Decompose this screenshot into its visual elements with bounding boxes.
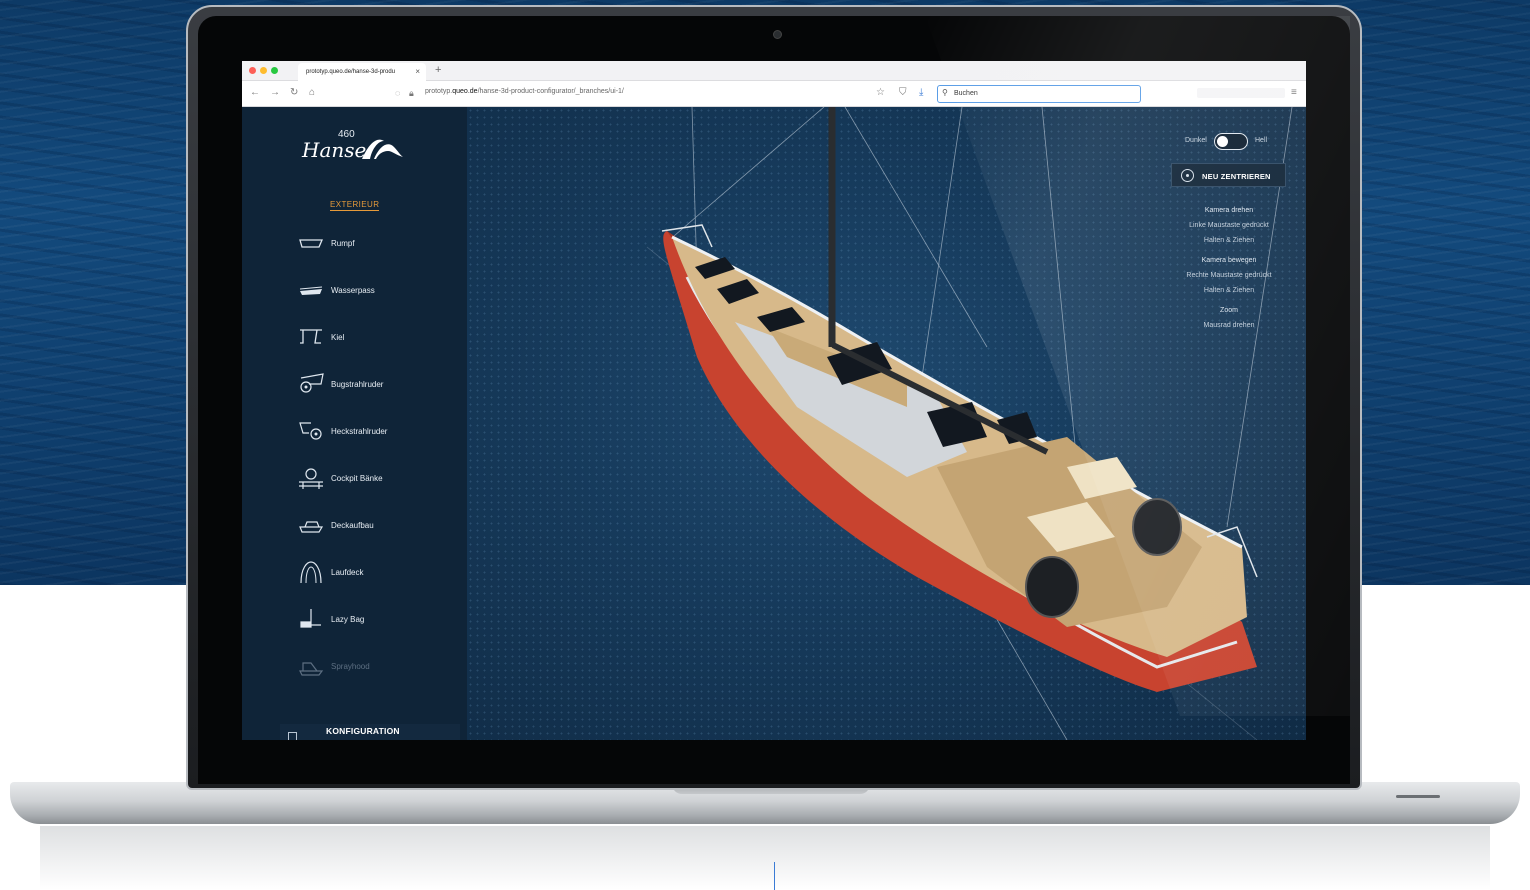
lock-icon[interactable]: 🔒︎ <box>409 87 414 99</box>
sailboat-model <box>646 107 1293 740</box>
search-value: Buchen <box>954 90 978 97</box>
section-title: EXTERIEUR <box>330 200 380 211</box>
deckhouse-icon <box>299 521 324 533</box>
recenter-button[interactable]: NEU ZENTRIEREN <box>1171 163 1286 187</box>
cockpit-bench-icon <box>299 468 323 489</box>
menu-item-heckstrahlruder[interactable]: Heckstrahlruder <box>297 417 437 447</box>
help-rotate-title: Kamera drehen <box>1204 207 1254 214</box>
webcam-icon <box>773 30 782 39</box>
recenter-label: NEU ZENTRIEREN <box>1202 172 1271 181</box>
menu-label: Lazy Bag <box>331 615 365 624</box>
menu-label: Deckaufbau <box>331 521 374 530</box>
browser-tab[interactable]: prototyp.queo.de/hanse-3d-produ × <box>298 63 426 81</box>
menu-icon[interactable]: ≡ <box>1291 87 1297 99</box>
bow-thruster-icon <box>300 373 324 393</box>
forward-icon[interactable]: → <box>270 87 280 99</box>
address-bar[interactable]: prototyp.queo.de/hanse-3d-product-config… <box>425 88 624 95</box>
help-move-line2: Halten & Ziehen <box>1203 287 1255 294</box>
bookmark-star-icon[interactable]: ☆ <box>876 87 885 99</box>
search-icon: ⚲ <box>942 88 948 97</box>
tab-bar: prototyp.queo.de/hanse-3d-produ × + <box>242 61 1306 81</box>
konfiguration-label: KONFIGURATION <box>326 726 400 736</box>
browser-window: prototyp.queo.de/hanse-3d-produ × + ← → … <box>242 61 1306 740</box>
wave-logo-icon <box>362 139 403 159</box>
camera-help: Kamera drehen Linke Maustaste gedrückt H… <box>1162 203 1296 333</box>
toggle-label-light: Hell <box>1255 137 1268 144</box>
logo-word: Hanse <box>302 138 367 162</box>
hanse-logo: 460 Hanse <box>302 129 412 165</box>
help-zoom-title: Zoom <box>1220 307 1238 314</box>
reload-icon[interactable]: ↻ <box>290 87 298 99</box>
toggle-label-dark: Dunkel <box>1185 137 1207 144</box>
menu-item-wasserpass[interactable]: Wasserpass <box>297 276 437 306</box>
menu-label: Rumpf <box>331 239 355 248</box>
menu-item-laufdeck[interactable]: Laufdeck <box>297 558 437 588</box>
menu-label: Wasserpass <box>331 286 375 295</box>
menu-item-lazy-bag[interactable]: Lazy Bag <box>297 605 437 635</box>
menu-label: Heckstrahlruder <box>331 427 388 436</box>
new-tab-button[interactable]: + <box>435 64 441 76</box>
hull-icon <box>299 239 323 248</box>
help-move-line1: Rechte Maustaste gedrückt <box>1186 272 1272 279</box>
help-zoom-line1: Mausrad drehen <box>1203 322 1255 329</box>
target-icon <box>1181 169 1194 182</box>
toggle-knob <box>1217 135 1228 147</box>
menu-item-rumpf[interactable]: Rumpf <box>297 229 437 259</box>
close-window-button[interactable] <box>249 67 256 74</box>
tab-close-icon[interactable]: × <box>415 67 420 76</box>
stern-thruster-icon <box>299 422 322 440</box>
toolbar-placeholder <box>1197 88 1285 98</box>
keel-icon <box>300 329 322 344</box>
menu-item-deckaufbau[interactable]: Deckaufbau <box>297 511 437 541</box>
deck-icon <box>300 561 322 584</box>
summary-icon <box>288 732 297 740</box>
theme-toggle[interactable] <box>1214 133 1248 150</box>
tab-title: prototyp.queo.de/hanse-3d-produ <box>306 69 396 75</box>
lazy-bag-icon <box>300 609 321 628</box>
waterline-icon <box>299 286 323 295</box>
help-rotate-line2: Halten & Ziehen <box>1203 237 1255 244</box>
menu-item-bugstrahlruder[interactable]: Bugstrahlruder <box>297 370 437 400</box>
navigation-bar: ← → ↻ ⌂ ◌ 🔒︎ prototyp.queo.de/hanse-3d-p… <box>242 81 1306 107</box>
back-icon[interactable]: ← <box>250 87 260 99</box>
url-domain: queo.de <box>452 88 478 95</box>
pocket-icon[interactable]: ⛉ <box>899 87 907 99</box>
laptop-reflection <box>40 826 1490 890</box>
menu-label: Kiel <box>331 333 345 342</box>
minimize-window-button[interactable] <box>260 67 267 74</box>
url-prefix: prototyp. <box>425 88 453 95</box>
home-icon[interactable]: ⌂ <box>309 87 315 99</box>
help-move-title: Kamera bewegen <box>1201 257 1257 264</box>
sprayhood-icon <box>299 662 324 676</box>
konfiguration-panel-toggle[interactable]: KONFIGURATION <box>280 724 460 740</box>
menu-item-kiel[interactable]: Kiel <box>297 323 437 353</box>
menu-item-cockpit-baenke[interactable]: Cockpit Bänke <box>297 464 437 494</box>
help-rotate-line1: Linke Maustaste gedrückt <box>1189 222 1269 229</box>
url-path: /hanse-3d-product-configurator/_branches… <box>477 88 624 95</box>
3d-viewport[interactable]: Dunkel Hell NEU ZENTRIEREN Kamera drehen… <box>467 107 1306 740</box>
download-icon[interactable]: ⤓ <box>919 87 923 99</box>
configurator-sidebar: 460 Hanse EXTERIEUR Rumpf Wasserpass Kie… <box>242 107 467 740</box>
menu-label: Laufdeck <box>331 568 364 577</box>
menu-item-sprayhood: Sprayhood <box>297 652 437 682</box>
menu-label: Sprayhood <box>331 662 370 671</box>
menu-label: Bugstrahlruder <box>331 380 384 389</box>
search-input[interactable]: ⚲ Buchen <box>937 85 1141 103</box>
shield-icon[interactable]: ◌ <box>395 87 400 99</box>
menu-label: Cockpit Bänke <box>331 474 383 483</box>
divider-line <box>774 862 775 890</box>
zoom-window-button[interactable] <box>271 67 278 74</box>
laptop-slot <box>1396 795 1440 798</box>
